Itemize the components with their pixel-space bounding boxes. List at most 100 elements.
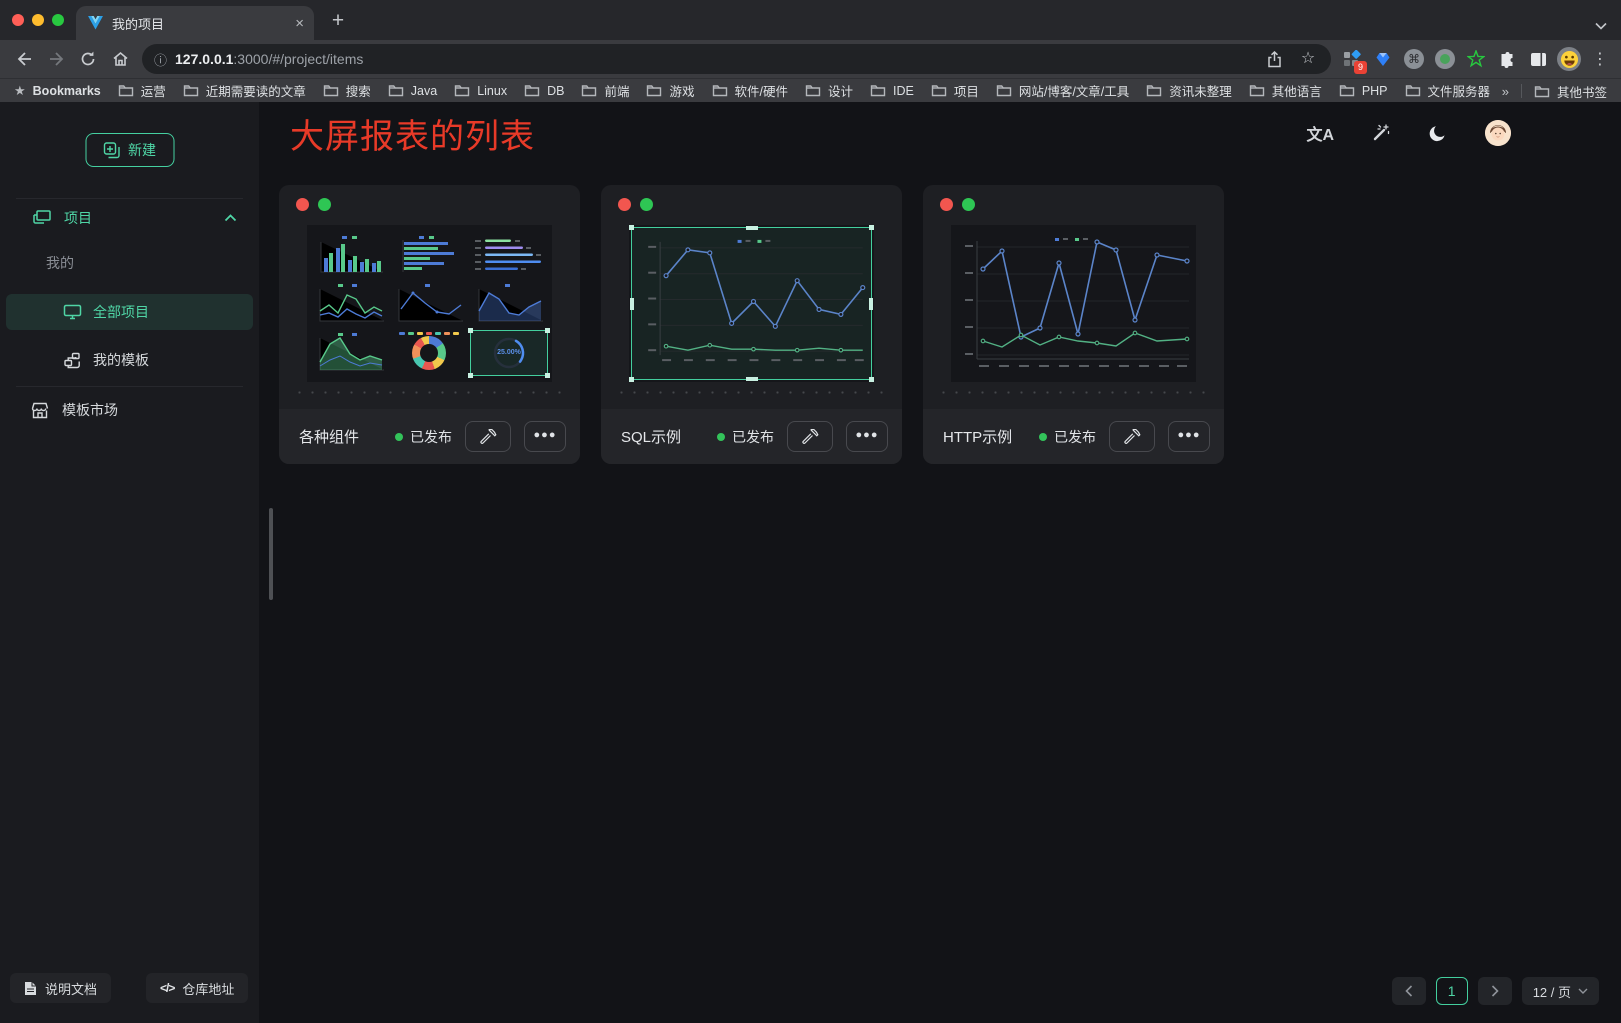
close-window-icon[interactable] (12, 14, 24, 26)
bookmark-label: 近期需要读的文章 (206, 81, 306, 100)
record-extension-icon[interactable] (1432, 46, 1458, 72)
green-star-extension-icon[interactable] (1463, 46, 1489, 72)
tab-close-icon[interactable]: × (295, 16, 304, 31)
bookmark-folder[interactable]: 项目 (931, 81, 979, 100)
command-extension-icon[interactable]: ⌘ (1401, 46, 1427, 72)
page-header: 大屏报表的列表 文A (259, 102, 1621, 164)
bookmark-folder[interactable]: 前端 (581, 81, 629, 100)
gem-extension-icon[interactable] (1370, 46, 1396, 72)
chevron-up-icon[interactable] (224, 214, 237, 222)
bookmark-folder[interactable]: 软件/硬件 (712, 81, 788, 100)
forward-icon[interactable] (40, 43, 72, 75)
edit-project-button[interactable] (1109, 421, 1155, 452)
project-card-http[interactable]: HTTP示例 已发布 ●●● (923, 185, 1224, 464)
sidebar-item-my-templates[interactable]: 我的模板 (6, 342, 253, 378)
site-info-icon[interactable]: ⓘ (154, 50, 167, 69)
sidebar-item-template-market[interactable]: 模板市场 (30, 400, 118, 420)
tab-title: 我的项目 (112, 14, 286, 33)
bookmarks-star-icon: ★ (14, 83, 26, 99)
language-switch-icon[interactable]: 文A (1306, 121, 1334, 145)
bookmark-folder[interactable]: 运营 (118, 81, 166, 100)
other-bookmarks[interactable]: 其他书签 (1534, 82, 1607, 101)
new-project-button[interactable]: 新建 (85, 133, 174, 167)
more-actions-button[interactable]: ●●● (1168, 421, 1210, 452)
bookmark-folder[interactable]: 游戏 (646, 81, 694, 100)
page-size-value: 12 / 页 (1533, 982, 1571, 1001)
bookmark-folder[interactable]: PHP (1339, 84, 1388, 98)
bookmark-folder[interactable]: DB (524, 84, 564, 98)
edit-project-button[interactable] (465, 421, 511, 452)
project-card-sql[interactable]: SQL示例 已发布 ●●● (601, 185, 902, 464)
next-page-button[interactable] (1478, 977, 1512, 1005)
side-panel-icon[interactable] (1525, 46, 1551, 72)
sidebar-section-project[interactable]: 项目 (32, 208, 237, 228)
browser-menu-icon[interactable]: ⋮ (1587, 46, 1613, 72)
extensions-puzzle-icon[interactable] (1494, 46, 1520, 72)
address-bar[interactable]: ⓘ 127.0.0.1:3000/#/project/items ☆ (142, 44, 1331, 74)
sidebar-divider (16, 198, 243, 199)
zoom-window-icon[interactable] (52, 14, 64, 26)
folder-icon (870, 84, 886, 97)
mini-bar-chart (312, 232, 388, 278)
thumb-dot-red (940, 198, 953, 211)
prev-page-button[interactable] (1392, 977, 1426, 1005)
folder-icon (805, 84, 821, 97)
bookmark-folder[interactable]: 资讯未整理 (1146, 81, 1232, 100)
bookmark-folder[interactable]: 网站/博客/文章/工具 (996, 81, 1129, 100)
browser-toolbar: ⓘ 127.0.0.1:3000/#/project/items ☆ 9 ⌘ (0, 40, 1621, 78)
macos-traffic-lights[interactable] (12, 14, 64, 26)
mini-area-chart-green (312, 330, 388, 376)
bookmarks-manager[interactable]: ★ Bookmarks (14, 83, 101, 99)
project-thumbnail[interactable]: 25.00% (307, 225, 552, 382)
url-host: 127.0.0.1 (175, 51, 233, 67)
project-thumbnail[interactable] (951, 225, 1196, 382)
more-actions-button[interactable]: ●●● (846, 421, 888, 452)
status-dot (1039, 433, 1047, 441)
bookmark-folder[interactable]: Java (388, 84, 437, 98)
current-page-button[interactable]: 1 (1436, 977, 1468, 1005)
bookmark-folder[interactable]: 搜索 (323, 81, 371, 100)
new-tab-button[interactable]: + (324, 7, 352, 35)
magic-wand-icon[interactable] (1371, 123, 1391, 143)
sidebar-item-all-projects[interactable]: 全部项目 (6, 294, 253, 330)
reload-icon[interactable] (72, 43, 104, 75)
bookmark-star-icon[interactable]: ☆ (1295, 46, 1321, 72)
bookmark-folder[interactable]: 设计 (805, 81, 853, 100)
dark-mode-moon-icon[interactable] (1428, 123, 1448, 143)
profile-avatar-icon[interactable] (1556, 46, 1582, 72)
bookmarks-label: Bookmarks (33, 84, 101, 98)
more-actions-button[interactable]: ●●● (524, 421, 566, 452)
docs-button[interactable]: 说明文档 (10, 973, 111, 1003)
user-avatar[interactable] (1485, 120, 1511, 146)
status-label: 已发布 (732, 427, 774, 447)
minimize-window-icon[interactable] (32, 14, 44, 26)
bookmark-folder[interactable]: Linux (454, 84, 507, 98)
bookmark-folder[interactable]: IDE (870, 84, 914, 98)
card-footer: HTTP示例 已发布 ●●● (923, 409, 1224, 464)
hammer-icon (1124, 429, 1141, 445)
back-icon[interactable] (8, 43, 40, 75)
home-icon[interactable] (104, 43, 136, 75)
bookmark-label: 项目 (954, 81, 979, 100)
bookmark-folder[interactable]: 近期需要读的文章 (183, 81, 306, 100)
folder-icon (1339, 84, 1355, 97)
extensions-row: 9 ⌘ (1339, 46, 1613, 72)
thumb-dot-green (640, 198, 653, 211)
scrollbar-thumb[interactable] (269, 508, 273, 600)
tab-search-chevron-icon[interactable] (1595, 22, 1607, 30)
edit-project-button[interactable] (787, 421, 833, 452)
share-icon[interactable] (1261, 46, 1287, 72)
page-size-select[interactable]: 12 / 页 (1522, 977, 1599, 1005)
folder-icon (323, 84, 339, 97)
extension-grid-icon[interactable]: 9 (1339, 46, 1365, 72)
sidebar: 新建 项目 我的 全部项目 (0, 102, 259, 1023)
bookmark-folder[interactable]: 文件服务器 (1405, 81, 1491, 100)
browser-tab[interactable]: 我的项目 × (76, 6, 314, 40)
repo-button[interactable]: </> 仓库地址 (146, 973, 248, 1003)
bookmark-folder[interactable]: 其他语言 (1249, 81, 1322, 100)
folder-icon (1534, 85, 1550, 98)
thumb-dot-green (318, 198, 331, 211)
bookmarks-overflow-icon[interactable]: » (1502, 84, 1509, 99)
project-thumbnail[interactable] (629, 225, 874, 382)
project-card-components[interactable]: 25.00% 各种组件 已发布 ● (279, 185, 580, 464)
